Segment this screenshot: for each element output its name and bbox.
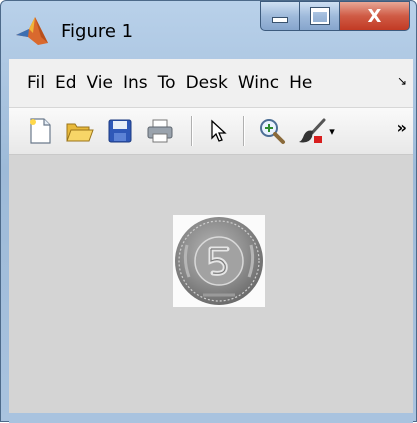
window-title: Figure 1: [61, 21, 134, 42]
save-button[interactable]: [105, 116, 135, 146]
open-file-button[interactable]: [65, 116, 95, 146]
zoom-in-icon: [260, 119, 285, 144]
open-icon: [66, 123, 94, 142]
coin-image: [175, 217, 263, 305]
menu-help[interactable]: He: [284, 73, 317, 93]
figure-canvas[interactable]: [9, 155, 413, 413]
menu-window[interactable]: Winc: [233, 73, 284, 93]
image-axes[interactable]: [173, 215, 265, 307]
title-bar[interactable]: Figure 1 X: [1, 1, 416, 55]
menu-file[interactable]: Fil: [9, 73, 50, 93]
maximize-icon: [310, 8, 329, 24]
brush-dropdown-icon[interactable]: ▾: [325, 116, 339, 146]
close-button[interactable]: X: [340, 1, 410, 31]
toolbar-separator: [243, 116, 244, 146]
figure-toolbar: ▾ »: [9, 108, 413, 155]
save-icon: [108, 119, 132, 143]
new-figure-button[interactable]: [25, 116, 55, 146]
brush-icon: [299, 118, 326, 143]
figure-window: Figure 1 X Fil Ed Vie Ins To Desk Winc H…: [0, 0, 417, 423]
menu-view[interactable]: Vie: [82, 73, 118, 93]
brush-button[interactable]: [297, 116, 327, 146]
matlab-logo-icon: [16, 17, 48, 45]
print-icon: [147, 119, 173, 143]
window-controls: X: [260, 1, 410, 35]
toolbar-overflow-icon[interactable]: »: [397, 118, 407, 137]
maximize-button[interactable]: [300, 1, 340, 31]
menu-overflow-icon[interactable]: ↘: [397, 74, 407, 88]
minimize-icon: [272, 17, 288, 23]
new-figure-icon: [30, 118, 51, 144]
menu-desktop[interactable]: Desk: [181, 73, 233, 93]
menu-tools[interactable]: To: [153, 73, 181, 93]
minimize-button[interactable]: [260, 1, 300, 31]
menu-edit[interactable]: Ed: [50, 73, 82, 93]
menu-bar: Fil Ed Vie Ins To Desk Winc He ↘: [9, 59, 413, 108]
menu-insert[interactable]: Ins: [118, 73, 153, 93]
close-icon: X: [367, 5, 382, 27]
zoom-in-button[interactable]: [257, 116, 287, 146]
print-button[interactable]: [145, 116, 175, 146]
pointer-button[interactable]: [203, 116, 233, 146]
toolbar-separator: [191, 116, 192, 146]
pointer-arrow-icon: [211, 119, 227, 142]
